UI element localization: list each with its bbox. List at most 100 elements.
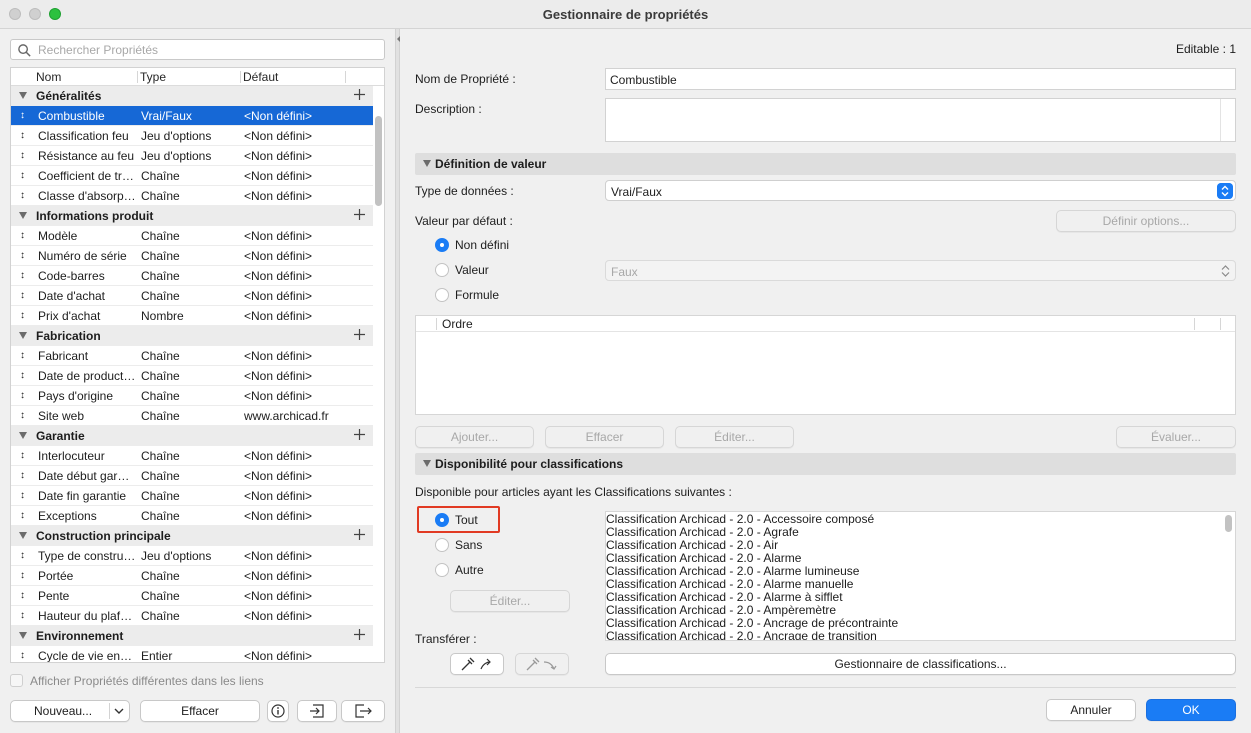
property-row[interactable]: ↕ Interlocuteur Chaîne <Non défini> [11,446,373,466]
column-type[interactable]: Type [140,70,166,84]
add-property-icon[interactable] [353,628,366,641]
property-row[interactable]: ↕ Classe d'absorpti... Chaîne <Non défini> [11,186,373,206]
drag-handle-icon[interactable]: ↕ [20,150,25,161]
classification-item[interactable]: Classification Archicad - 2.0 - Agrafe [606,525,799,539]
property-row[interactable]: ↕ Pente Chaîne <Non défini> [11,586,373,606]
classification-item[interactable]: Classification Archicad - 2.0 - Ampèremè… [606,603,836,617]
group-row[interactable]: Informations produit [11,206,373,226]
property-row[interactable]: ↕ Date de production Chaîne <Non défini> [11,366,373,386]
property-row[interactable]: ↕ Classification feu Jeu d'options <Non déf… [11,126,373,146]
property-row[interactable]: ↕ Date fin garantie Chaîne <Non défini> [11,486,373,506]
add-property-icon[interactable] [353,88,366,101]
transfer-out-button[interactable] [450,653,504,675]
classification-manager-button[interactable]: Gestionnaire de classifications... [605,653,1236,675]
chevron-down-icon[interactable] [114,707,124,715]
clear-button[interactable]: Effacer [545,426,664,448]
disclosure-triangle-icon[interactable] [19,632,27,639]
disclosure-triangle-icon[interactable] [19,92,27,99]
show-different-checkbox[interactable] [10,674,23,687]
delete-property-button[interactable]: Effacer [140,700,260,722]
group-row[interactable]: Fabrication [11,326,373,346]
table-scrollbar[interactable] [375,116,382,206]
property-row[interactable]: ↕ Numéro de série Chaîne <Non défini> [11,246,373,266]
drag-handle-icon[interactable]: ↕ [20,390,25,401]
edit-classifications-button[interactable]: Éditer... [450,590,570,612]
drag-handle-icon[interactable]: ↕ [20,410,25,421]
radio-undefined[interactable] [435,238,449,252]
classification-item[interactable]: Classification Archicad - 2.0 - Ancrage … [606,616,898,630]
data-type-select[interactable]: Vrai/Faux [605,180,1236,201]
import-button[interactable] [297,700,337,722]
classification-list[interactable]: Classification Archicad - 2.0 - Accessoi… [605,511,1236,641]
property-row[interactable]: ↕ Code-barres Chaîne <Non défini> [11,266,373,286]
add-property-icon[interactable] [353,328,366,341]
drag-handle-icon[interactable]: ↕ [20,490,25,501]
group-row[interactable]: Construction principale [11,526,373,546]
property-row[interactable]: ↕ Résistance au feu Jeu d'options <Non défi… [11,146,373,166]
column-name[interactable]: Nom [36,70,61,84]
property-row[interactable]: ↕ Modèle Chaîne <Non défini> [11,226,373,246]
search-field[interactable]: Rechercher Propriétés [10,39,385,60]
group-row[interactable]: Garantie [11,426,373,446]
property-name-field[interactable]: Combustible [605,68,1236,90]
description-field[interactable] [605,98,1236,142]
cancel-button[interactable]: Annuler [1046,699,1136,721]
group-row[interactable]: Environnement [11,626,373,646]
property-row[interactable]: ↕ Hauteur du plafond Chaîne <Non défini> [11,606,373,626]
property-row[interactable]: ↕ Fabricant Chaîne <Non défini> [11,346,373,366]
default-value-select[interactable]: Faux [605,260,1236,281]
classification-item[interactable]: Classification Archicad - 2.0 - Alarme [606,551,801,565]
drag-handle-icon[interactable]: ↕ [20,310,25,321]
drag-handle-icon[interactable]: ↕ [20,570,25,581]
export-button[interactable] [341,700,385,722]
add-property-icon[interactable] [353,528,366,541]
value-definition-section[interactable]: Définition de valeur [415,153,1236,175]
availability-section[interactable]: Disponibilité pour classifications [415,453,1236,475]
property-row[interactable]: ↕ Combustible Vrai/Faux <Non défini> [11,106,373,126]
classification-item[interactable]: Classification Archicad - 2.0 - Alarme à… [606,590,843,604]
drag-handle-icon[interactable]: ↕ [20,370,25,381]
drag-handle-icon[interactable]: ↕ [20,470,25,481]
classification-item[interactable]: Classification Archicad - 2.0 - Accessoi… [606,512,874,526]
drag-handle-icon[interactable]: ↕ [20,250,25,261]
radio-none[interactable] [435,538,449,552]
column-default[interactable]: Défaut [243,70,278,84]
drag-handle-icon[interactable]: ↕ [20,230,25,241]
ok-button[interactable]: OK [1146,699,1236,721]
drag-handle-icon[interactable]: ↕ [20,450,25,461]
classification-list-scrollbar[interactable] [1225,515,1232,532]
order-list[interactable]: Ordre [415,315,1236,415]
property-row[interactable]: ↕ Date début garan... Chaîne <Non défini> [11,466,373,486]
property-row[interactable]: ↕ Prix d'achat Nombre <Non défini> [11,306,373,326]
evaluate-button[interactable]: Évaluer... [1116,426,1236,448]
new-property-button[interactable]: Nouveau... [10,700,130,722]
drag-handle-icon[interactable]: ↕ [20,550,25,561]
transfer-in-button[interactable] [515,653,569,675]
property-row[interactable]: ↕ Pays d'origine Chaîne <Non défini> [11,386,373,406]
drag-handle-icon[interactable]: ↕ [20,650,25,661]
drag-handle-icon[interactable]: ↕ [20,170,25,181]
classification-item[interactable]: Classification Archicad - 2.0 - Alarme m… [606,577,853,591]
add-property-icon[interactable] [353,428,366,441]
radio-formula[interactable] [435,288,449,302]
drag-handle-icon[interactable]: ↕ [20,130,25,141]
property-row[interactable]: ↕ Cycle de vie envir... Entier <Non défini> [11,646,373,662]
drag-handle-icon[interactable]: ↕ [20,270,25,281]
radio-value[interactable] [435,263,449,277]
drag-handle-icon[interactable]: ↕ [20,350,25,361]
info-button[interactable] [267,700,289,722]
disclosure-triangle-icon[interactable] [19,432,27,439]
classification-item[interactable]: Classification Archicad - 2.0 - Air [606,538,778,552]
drag-handle-icon[interactable]: ↕ [20,610,25,621]
drag-handle-icon[interactable]: ↕ [20,190,25,201]
property-row[interactable]: ↕ Exceptions Chaîne <Non défini> [11,506,373,526]
add-button[interactable]: Ajouter... [415,426,534,448]
radio-other[interactable] [435,563,449,577]
disclosure-triangle-icon[interactable] [19,212,27,219]
property-row[interactable]: ↕ Type de construc... Jeu d'options <Non dé… [11,546,373,566]
group-row[interactable]: Généralités [11,86,373,106]
order-column[interactable]: Ordre [442,317,473,331]
classification-item[interactable]: Classification Archicad - 2.0 - Alarme l… [606,564,859,578]
drag-handle-icon[interactable]: ↕ [20,110,25,121]
drag-handle-icon[interactable]: ↕ [20,590,25,601]
